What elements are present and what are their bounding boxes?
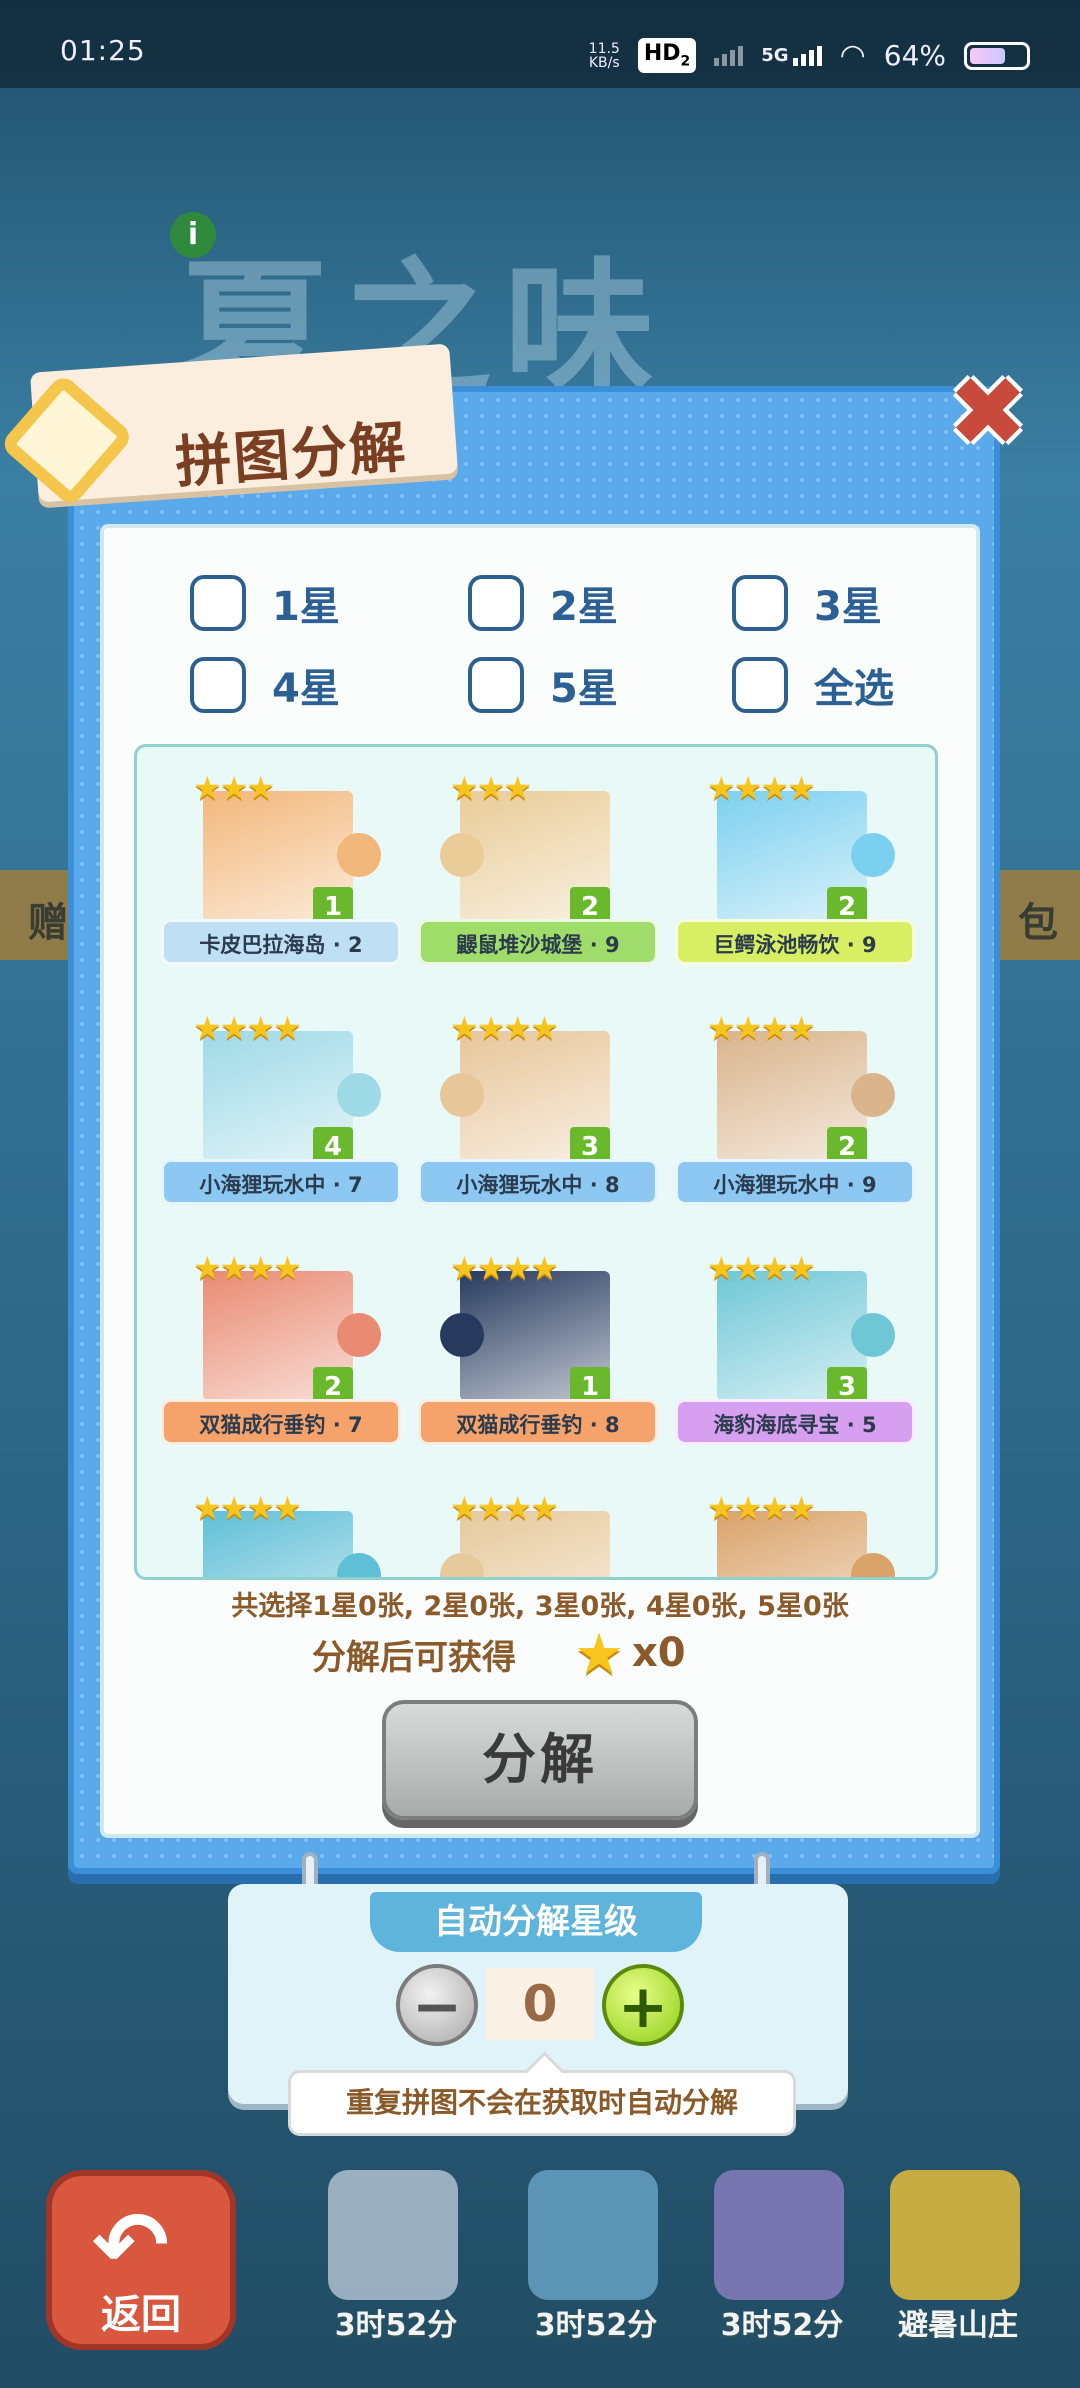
star-rating: ★★★★ (450, 1489, 559, 1527)
star-rating: ★★★★ (707, 769, 816, 807)
puzzle-piece[interactable]: ★★★★ (414, 1467, 664, 1577)
piece-name-ribbon: 卡皮巴拉海岛 · 2 (161, 919, 401, 965)
filter-select-all[interactable]: 全选 (732, 656, 894, 714)
hd-icon: HD2 (637, 38, 697, 73)
piece-name-ribbon: 鼹鼠堆沙城堡 · 9 (418, 919, 658, 965)
auto-decompose-tip: 重复拼图不会在获取时自动分解 (288, 2070, 796, 2136)
close-button[interactable]: ✖ (946, 364, 1030, 460)
star-rating: ★★★★ (193, 1249, 302, 1287)
diamond-icon (0, 372, 135, 509)
puzzle-grid[interactable]: ★★★ 1 卡皮巴拉海岛 · 2 ★★★ 2 鼹鼠堆沙城堡 · 9 ★★★★ 2 巨鳄泳池畅饮 … (134, 744, 938, 1580)
piece-name-ribbon: 小海狸玩水中 · 8 (418, 1159, 658, 1205)
puzzle-knob (337, 833, 381, 877)
auto-star-level: 0 (486, 1968, 594, 2040)
star-rating: ★★★ (193, 769, 275, 807)
star-rating: ★★★★ (450, 1009, 559, 1047)
signal-5g-icon: 5G (761, 45, 822, 66)
puzzle-piece[interactable]: ★★★★ 1 双猫成行垂钓 · 8 (414, 1227, 664, 1457)
gain-value: x0 (632, 1630, 686, 1676)
bottom-item-label: 3时52分 (334, 2308, 458, 2343)
wifi-icon: ◠ (839, 38, 866, 73)
auto-decompose-title: 自动分解星级 (370, 1892, 702, 1952)
puzzle-knob (851, 833, 895, 877)
star-rating: ★★★★ (707, 1009, 816, 1047)
piece-name-ribbon: 双猫成行垂钓 · 8 (418, 1399, 658, 1445)
net-speed: 11.5 KB/s (588, 40, 620, 71)
checkbox[interactable] (732, 575, 788, 631)
star-rating: ★★★★ (707, 1249, 816, 1287)
puzzle-knob (851, 1313, 895, 1357)
filter-5-star[interactable]: 5星 (468, 656, 618, 714)
increase-button[interactable]: + (602, 1964, 684, 2046)
star-rating: ★★★ (450, 769, 532, 807)
puzzle-knob (337, 1073, 381, 1117)
bottom-item-icon (714, 2170, 844, 2300)
checkbox[interactable] (468, 575, 524, 631)
puzzle-piece[interactable]: ★★★★ (157, 1467, 407, 1577)
status-icons: 11.5 KB/s HD2 5G ◠ 64% (589, 38, 1030, 73)
puzzle-knob (337, 1313, 381, 1357)
decompose-button[interactable]: 分解 (382, 1700, 698, 1820)
filter-2-star[interactable]: 2星 (468, 574, 618, 632)
selection-summary: 共选择1星0张, 2星0张, 3星0张, 4星0张, 5星0张 (231, 1591, 849, 1622)
checkbox[interactable] (732, 657, 788, 713)
piece-name-ribbon: 小海狸玩水中 · 7 (161, 1159, 401, 1205)
puzzle-knob (440, 833, 484, 877)
bottom-item-label: 避暑山庄 (898, 2308, 1018, 2343)
status-bar: 01:25 11.5 KB/s HD2 5G ◠ 64% (0, 0, 1080, 88)
puzzle-piece[interactable]: ★★★ 2 鼹鼠堆沙城堡 · 9 (414, 747, 664, 977)
battery-percent: 64% (883, 39, 946, 72)
puzzle-knob (440, 1073, 484, 1117)
dialog-title: 拼图分解 (173, 414, 410, 497)
puzzle-piece[interactable]: ★★★ 1 卡皮巴拉海岛 · 2 (157, 747, 407, 977)
puzzle-piece[interactable]: ★★★★ 4 小海狸玩水中 · 7 (157, 987, 407, 1217)
piece-name-ribbon: 海豹海底寻宝 · 5 (675, 1399, 915, 1445)
bottom-item-label: 3时52分 (720, 2308, 844, 2343)
bottom-item-icon (528, 2170, 658, 2300)
puzzle-piece[interactable]: ★★★★ 2 巨鳄泳池畅饮 · 9 (671, 747, 921, 977)
bottom-item-icon (890, 2170, 1020, 2300)
piece-name-ribbon: 双猫成行垂钓 · 7 (161, 1399, 401, 1445)
bottom-item[interactable]: 避暑山庄 (868, 2170, 1048, 2350)
bottom-item[interactable]: 3时52分 (506, 2170, 686, 2350)
filter-4-star[interactable]: 4星 (190, 656, 340, 714)
puzzle-piece[interactable]: ★★★★ (671, 1467, 921, 1577)
bottom-item[interactable]: 3时52分 (306, 2170, 486, 2350)
puzzle-knob (851, 1073, 895, 1117)
filter-1-star[interactable]: 1星 (190, 574, 340, 632)
star-rating: ★★★★ (450, 1249, 559, 1287)
piece-name-ribbon: 巨鳄泳池畅饮 · 9 (675, 919, 915, 965)
back-button[interactable]: ↶ 返回 (46, 2170, 236, 2350)
puzzle-piece[interactable]: ★★★★ 2 双猫成行垂钓 · 7 (157, 1227, 407, 1457)
gain-label: 分解后可获得 (312, 1638, 516, 1678)
star-rating: ★★★★ (707, 1489, 816, 1527)
star-rating: ★★★★ (193, 1489, 302, 1527)
checkbox[interactable] (468, 657, 524, 713)
puzzle-piece[interactable]: ★★★★ 3 小海狸玩水中 · 8 (414, 987, 664, 1217)
piece-name-ribbon: 小海狸玩水中 · 9 (675, 1159, 915, 1205)
signal-weak-icon (714, 45, 744, 66)
decrease-button[interactable]: − (396, 1964, 478, 2046)
status-time: 01:25 (60, 34, 146, 67)
checkbox[interactable] (190, 575, 246, 631)
bottom-item-label: 3时52分 (534, 2308, 658, 2343)
star-rating: ★★★★ (193, 1009, 302, 1047)
filter-3-star[interactable]: 3星 (732, 574, 882, 632)
star-icon: ★ (574, 1622, 625, 1687)
puzzle-knob (440, 1313, 484, 1357)
bottom-item-icon (328, 2170, 458, 2300)
puzzle-piece[interactable]: ★★★★ 2 小海狸玩水中 · 9 (671, 987, 921, 1217)
puzzle-piece[interactable]: ★★★★ 3 海豹海底寻宝 · 5 (671, 1227, 921, 1457)
battery-icon (964, 41, 1030, 70)
checkbox[interactable] (190, 657, 246, 713)
bottom-item[interactable]: 3时52分 (692, 2170, 872, 2350)
